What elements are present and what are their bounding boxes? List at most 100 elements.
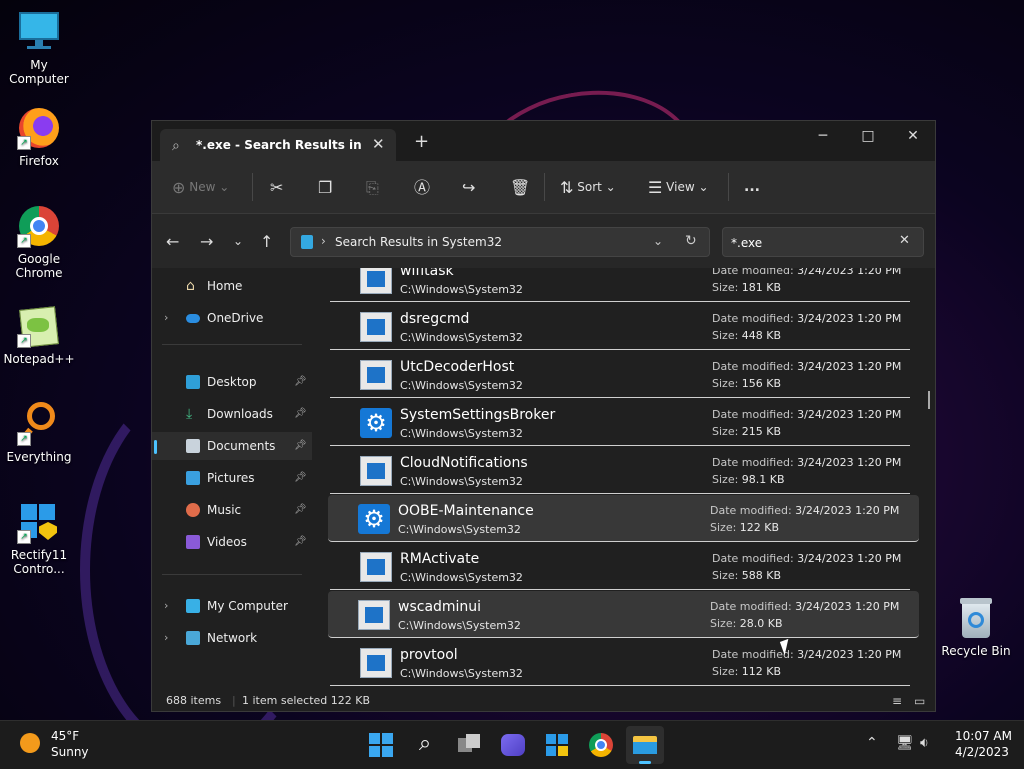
search-input[interactable] bbox=[729, 233, 893, 253]
share-button[interactable]: ↪ bbox=[462, 175, 475, 199]
pin-icon[interactable]: 📌︎ bbox=[294, 368, 307, 396]
clock-date[interactable]: 4/2/2023 bbox=[955, 745, 1009, 759]
file-explorer-window: ⌕ *.exe - Search Results in Syste ✕ + ─ … bbox=[151, 120, 936, 712]
list-item[interactable]: dsregcmd C:\Windows\System32 Date modifi… bbox=[330, 303, 910, 350]
chevron-up-icon[interactable]: ⌃ bbox=[866, 735, 878, 751]
tab-search-results[interactable]: ⌕ *.exe - Search Results in Syste ✕ bbox=[160, 129, 396, 161]
vertical-scrollbar[interactable] bbox=[928, 391, 930, 409]
chevron-right-icon[interactable]: › bbox=[164, 592, 168, 620]
taskbar: 45°F Sunny ⌕ ⌃ 🖥︎ 🔉︎ 10:07 AM 4/2/2023 bbox=[0, 720, 1024, 769]
file-explorer-taskbar-button[interactable] bbox=[626, 726, 664, 764]
details-view-icon[interactable]: ≡ bbox=[892, 694, 902, 708]
sidebar-item-pictures[interactable]: Pictures 📌︎ bbox=[152, 464, 312, 492]
weather-description: Sunny bbox=[51, 745, 89, 759]
sort-button[interactable]: ⇅ Sort ⌄ bbox=[560, 175, 616, 199]
document-icon bbox=[186, 439, 200, 453]
minimize-button[interactable]: ─ bbox=[800, 121, 846, 153]
desktop-icon-my-computer[interactable]: My Computer bbox=[0, 10, 78, 86]
start-button[interactable] bbox=[366, 730, 396, 760]
sidebar-item-documents[interactable]: Documents 📌︎ bbox=[152, 432, 312, 460]
selection-indicator bbox=[154, 440, 157, 454]
search-box[interactable]: ✕ bbox=[722, 227, 924, 257]
list-item[interactable]: RMActivate C:\Windows\System32 Date modi… bbox=[330, 543, 910, 590]
clipboard-icon: ⎘ bbox=[366, 177, 379, 197]
chevron-right-icon[interactable]: › bbox=[164, 304, 168, 332]
sidebar-item-downloads[interactable]: ⤓ Downloads 📌︎ bbox=[152, 400, 312, 428]
executable-file-icon bbox=[360, 456, 392, 486]
desktop-icon-notepad-plus-plus[interactable]: ↗ Notepad++ bbox=[0, 304, 78, 366]
chrome-icon: ↗ bbox=[17, 204, 61, 248]
desktop-icon-recycle-bin[interactable]: Recycle Bin bbox=[936, 596, 1016, 658]
pin-icon[interactable]: 📌︎ bbox=[294, 464, 307, 492]
network-icon[interactable]: 🖥︎ bbox=[896, 735, 914, 751]
gear-icon: ⚙ bbox=[358, 504, 390, 534]
rename-button[interactable]: Ⓐ bbox=[414, 175, 430, 199]
desktop-icon-everything[interactable]: ↗ Everything bbox=[0, 402, 78, 464]
sun-icon bbox=[20, 733, 40, 753]
forward-arrow-icon[interactable]: → bbox=[200, 232, 213, 251]
refresh-icon[interactable]: ↻ bbox=[685, 233, 697, 249]
navigation-pane: ⌂ Home › OneDrive Desktop 📌︎ ⤓ Downloads… bbox=[152, 268, 312, 688]
view-button[interactable]: ☰ View ⌄ bbox=[648, 175, 709, 199]
control-panel-icon[interactable] bbox=[542, 730, 572, 760]
close-window-button[interactable]: ✕ bbox=[890, 121, 936, 153]
sidebar-item-videos[interactable]: Videos 📌︎ bbox=[152, 528, 312, 556]
chevron-down-icon[interactable]: ⌄ bbox=[653, 234, 663, 248]
desktop-icon-google-chrome[interactable]: ↗ Google Chrome bbox=[0, 204, 78, 280]
back-arrow-icon[interactable]: ← bbox=[166, 232, 179, 251]
list-item-hovered[interactable]: wscadminui C:\Windows\System32 Date modi… bbox=[328, 591, 919, 638]
breadcrumb[interactable]: Search Results in System32 bbox=[335, 235, 502, 249]
clock-time[interactable]: 10:07 AM bbox=[955, 729, 1012, 743]
search-icon[interactable]: ⌕ bbox=[410, 730, 440, 760]
tab-title: *.exe - Search Results in Syste bbox=[196, 138, 362, 152]
sidebar-item-onedrive[interactable]: › OneDrive bbox=[152, 304, 312, 332]
list-item[interactable]: wifitask C:\Windows\System32 Date modifi… bbox=[330, 268, 910, 302]
more-options-button[interactable]: ... bbox=[744, 175, 760, 199]
list-item[interactable]: CloudNotifications C:\Windows\System32 D… bbox=[330, 447, 910, 494]
download-icon: ⤓ bbox=[186, 406, 193, 422]
pin-icon[interactable]: 📌︎ bbox=[294, 432, 307, 460]
pin-icon[interactable]: 📌︎ bbox=[294, 400, 307, 428]
scissors-icon: ✂ bbox=[270, 177, 284, 197]
volume-icon[interactable]: 🔉︎ bbox=[920, 735, 929, 751]
up-arrow-icon[interactable]: ↑ bbox=[260, 232, 273, 251]
list-item-selected[interactable]: ⚙ OOBE-Maintenance C:\Windows\System32 D… bbox=[328, 495, 919, 542]
desktop-icon-rectify11[interactable]: ↗ Rectify11 Contro... bbox=[0, 500, 78, 576]
sidebar-item-my-computer[interactable]: › My Computer bbox=[152, 592, 312, 620]
copy-button[interactable]: ❐ bbox=[318, 175, 332, 199]
music-icon bbox=[186, 503, 200, 517]
close-tab-icon[interactable]: ✕ bbox=[372, 135, 385, 153]
sidebar-item-desktop[interactable]: Desktop 📌︎ bbox=[152, 368, 312, 396]
address-bar[interactable]: › Search Results in System32 ⌄ ↻ bbox=[290, 227, 710, 257]
divider bbox=[544, 173, 545, 201]
monitor-icon bbox=[186, 599, 200, 613]
paste-button[interactable]: ⎘ bbox=[366, 175, 379, 199]
list-item[interactable]: ⚙ SystemSettingsBroker C:\Windows\System… bbox=[330, 399, 910, 446]
recent-locations-chevron-icon[interactable]: ⌄ bbox=[233, 234, 243, 248]
notepad-plus-plus-icon: ↗ bbox=[17, 304, 61, 348]
weather-temperature: 45°F bbox=[51, 729, 80, 743]
desktop-icon-label: Everything bbox=[6, 450, 72, 464]
chat-icon[interactable] bbox=[498, 730, 528, 760]
tiles-view-icon[interactable]: ▭ bbox=[914, 694, 925, 708]
chevron-right-icon[interactable]: › bbox=[321, 234, 326, 248]
sidebar-item-music[interactable]: Music 📌︎ bbox=[152, 496, 312, 524]
clear-search-icon[interactable]: ✕ bbox=[899, 233, 910, 248]
chrome-icon[interactable] bbox=[586, 730, 616, 760]
desktop-icon-label: Google Chrome bbox=[15, 252, 63, 280]
new-tab-button[interactable]: + bbox=[414, 131, 429, 152]
task-view-icon[interactable] bbox=[454, 730, 484, 760]
sidebar-item-home[interactable]: ⌂ Home bbox=[152, 272, 312, 300]
list-item[interactable]: UtcDecoderHost C:\Windows\System32 Date … bbox=[330, 351, 910, 398]
maximize-button[interactable]: □ bbox=[845, 121, 891, 153]
new-button[interactable]: ⊕ New ⌄ bbox=[172, 175, 229, 199]
executable-file-icon bbox=[360, 648, 392, 678]
desktop-icon-firefox[interactable]: ↗ Firefox bbox=[0, 106, 78, 168]
list-item[interactable]: provtool C:\Windows\System32 Date modifi… bbox=[330, 639, 910, 686]
cut-button[interactable]: ✂ bbox=[270, 175, 283, 199]
delete-button[interactable]: 🗑︎ bbox=[510, 175, 530, 199]
pin-icon[interactable]: 📌︎ bbox=[294, 528, 307, 556]
pin-icon[interactable]: 📌︎ bbox=[294, 496, 307, 524]
chevron-right-icon[interactable]: › bbox=[164, 624, 168, 652]
sidebar-item-network[interactable]: › Network bbox=[152, 624, 312, 652]
